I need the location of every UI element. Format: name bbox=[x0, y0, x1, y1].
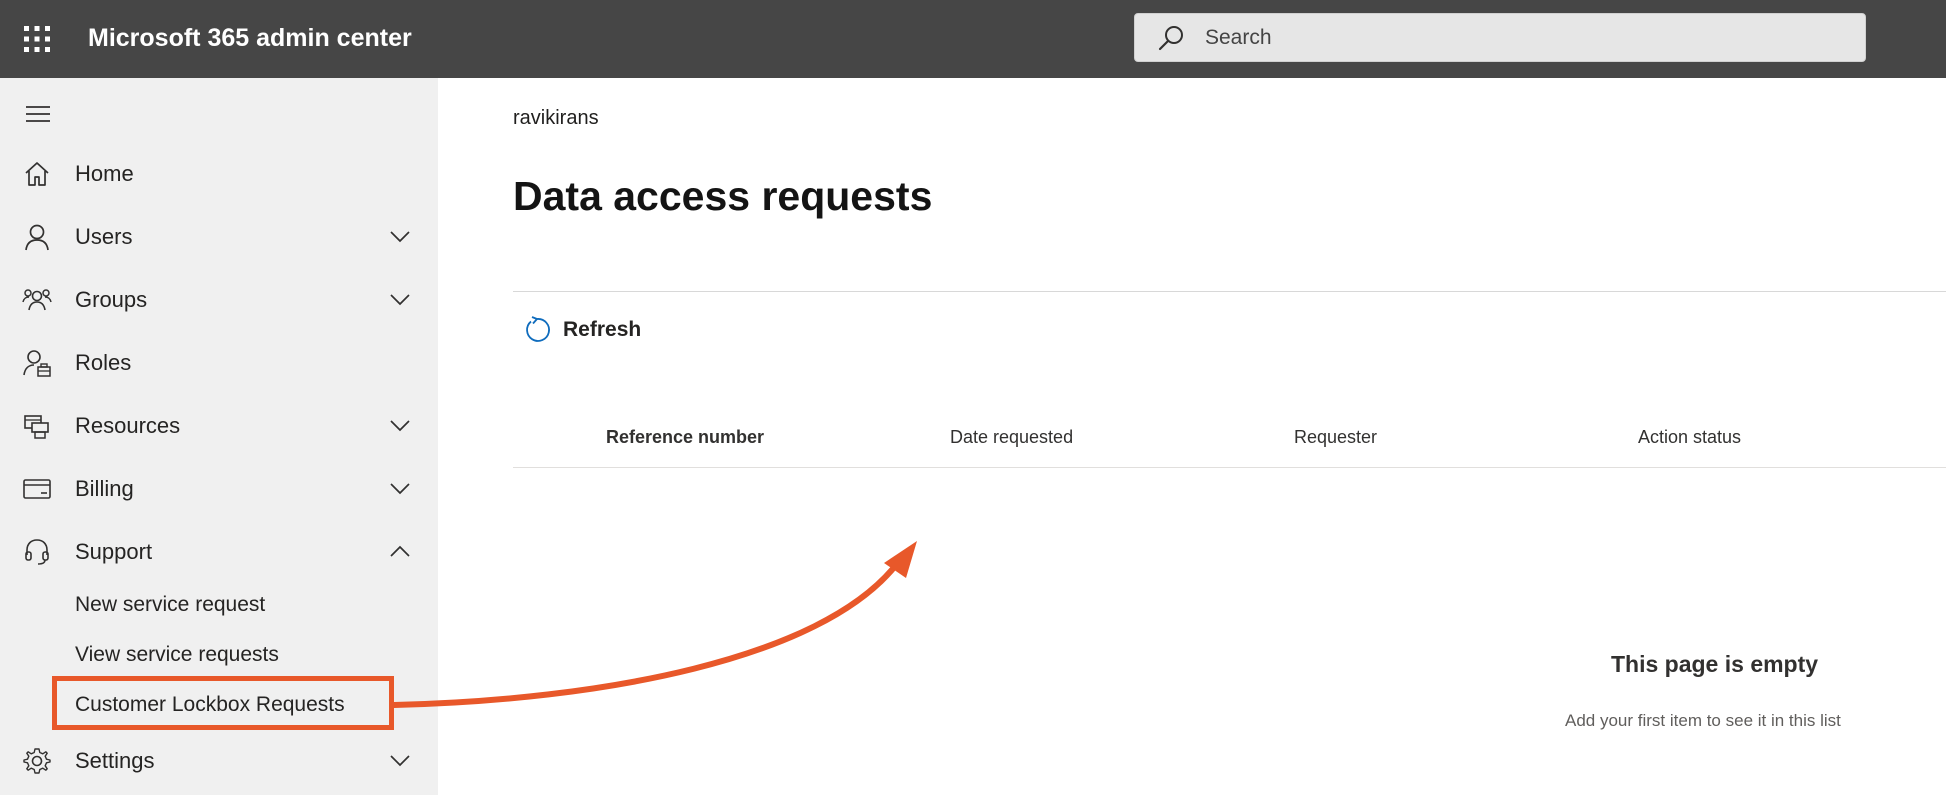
nav-label: Roles bbox=[75, 350, 132, 375]
chevron-down-icon[interactable] bbox=[388, 415, 412, 435]
page-title: Data access requests bbox=[513, 173, 933, 219]
column-header-action-status[interactable]: Action status bbox=[1638, 425, 1741, 449]
empty-state-title: This page is empty bbox=[1611, 651, 1819, 677]
column-header-date-requested[interactable]: Date requested bbox=[950, 425, 1073, 449]
roles-icon bbox=[23, 350, 51, 377]
refresh-button[interactable]: Refresh bbox=[522, 310, 641, 350]
nav-label: Home bbox=[75, 161, 134, 186]
chevron-up-icon[interactable] bbox=[388, 541, 412, 561]
groups-icon bbox=[22, 289, 52, 311]
nav-item-home[interactable]: Home bbox=[0, 148, 438, 198]
user-icon bbox=[25, 224, 49, 251]
subnav-customer-lockbox-requests[interactable]: Customer Lockbox Requests bbox=[75, 691, 345, 719]
resources-icon bbox=[24, 415, 49, 439]
nav-item-billing[interactable]: Billing bbox=[0, 463, 438, 513]
nav-label: Groups bbox=[75, 287, 148, 312]
gear-icon bbox=[23, 748, 51, 774]
chevron-down-icon[interactable] bbox=[388, 289, 412, 309]
nav-label: Settings bbox=[75, 748, 155, 773]
nav-label: Support bbox=[75, 539, 153, 564]
chevron-down-icon[interactable] bbox=[388, 478, 412, 498]
nav-item-support[interactable]: Support bbox=[0, 526, 438, 576]
chevron-down-icon[interactable] bbox=[388, 226, 412, 246]
column-header-requester[interactable]: Requester bbox=[1294, 425, 1377, 449]
app-title[interactable]: Microsoft 365 admin center bbox=[88, 22, 412, 54]
search-icon bbox=[1158, 26, 1183, 51]
nav-item-resources[interactable]: Resources bbox=[0, 400, 438, 450]
top-bar: Microsoft 365 admin center bbox=[0, 0, 1946, 78]
hamburger-menu-icon[interactable] bbox=[24, 102, 52, 126]
tenant-name: ravikirans bbox=[513, 107, 599, 129]
empty-state-subtitle: Add your first item to see it in this li… bbox=[1565, 711, 1841, 730]
main-content: ravikirans Data access requests Refresh … bbox=[438, 78, 1946, 795]
nav-item-settings[interactable]: Settings bbox=[0, 735, 438, 785]
nav-item-users[interactable]: Users bbox=[0, 211, 438, 261]
search-box[interactable] bbox=[1134, 13, 1866, 62]
refresh-icon bbox=[526, 316, 550, 342]
nav-item-roles[interactable]: Roles bbox=[0, 337, 438, 387]
refresh-label: Refresh bbox=[563, 318, 642, 341]
subnav-new-service-request[interactable]: New service request bbox=[75, 591, 265, 619]
table-header-divider bbox=[513, 467, 1946, 468]
subnav-view-service-requests[interactable]: View service requests bbox=[75, 641, 279, 669]
chevron-down-icon[interactable] bbox=[388, 750, 412, 770]
divider bbox=[513, 291, 1946, 292]
column-header-reference-number[interactable]: Reference number bbox=[606, 425, 764, 449]
nav-label: Resources bbox=[75, 413, 181, 438]
search-input[interactable] bbox=[1203, 22, 1843, 54]
billing-icon bbox=[23, 479, 51, 499]
nav-label: Billing bbox=[75, 476, 134, 501]
nav-label: Users bbox=[75, 224, 133, 249]
home-icon bbox=[25, 162, 49, 186]
headset-icon bbox=[25, 539, 49, 565]
app-launcher-icon[interactable] bbox=[24, 26, 50, 52]
left-navigation: Home Users Groups Roles Resources Billin… bbox=[0, 78, 438, 795]
nav-item-groups[interactable]: Groups bbox=[0, 274, 438, 324]
